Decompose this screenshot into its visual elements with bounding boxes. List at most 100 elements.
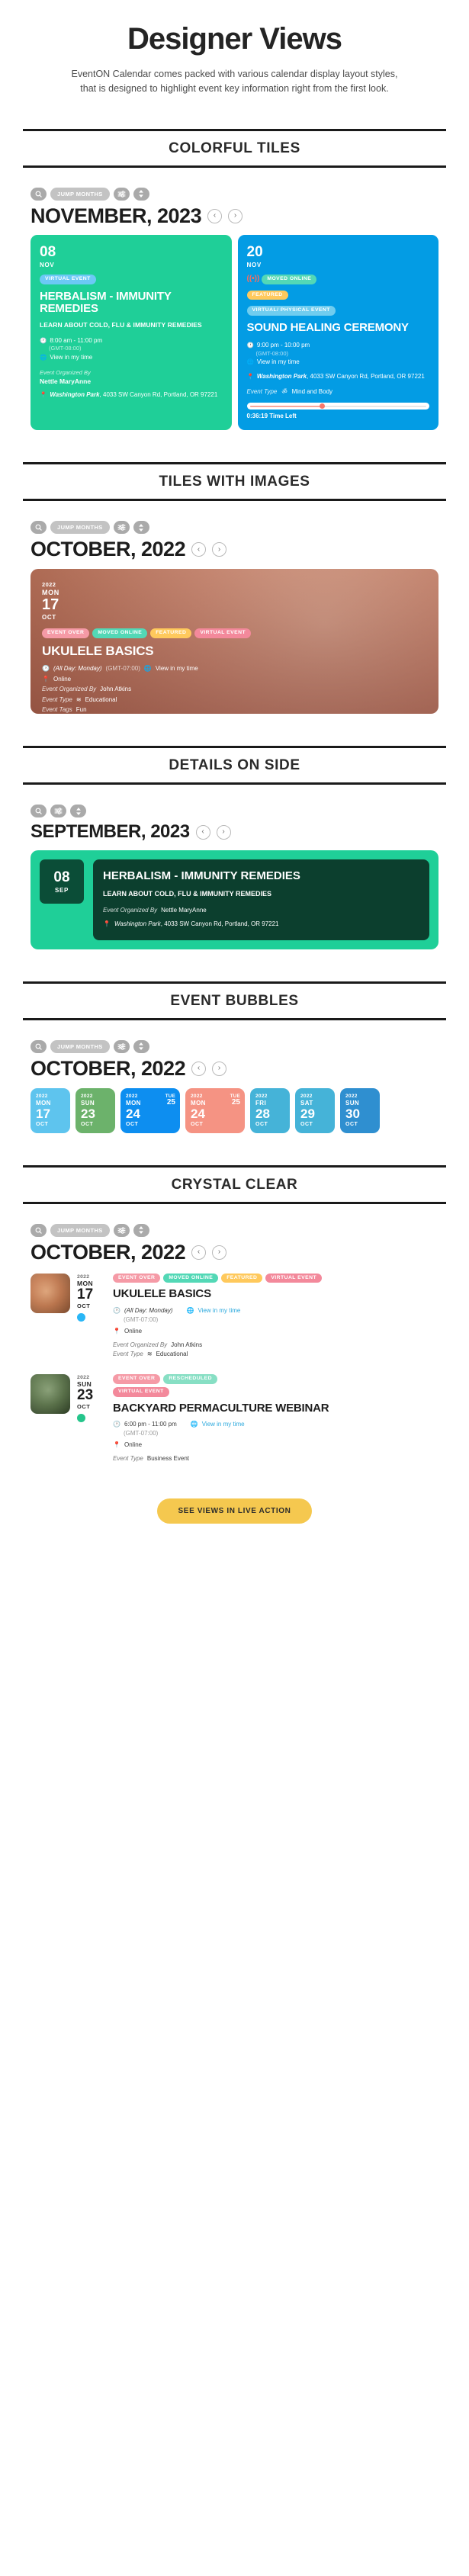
view-in-my-time-link[interactable]: View in my time (202, 1420, 245, 1429)
search-icon[interactable] (31, 1223, 47, 1237)
view-in-my-time-link[interactable]: View in my time (156, 663, 198, 674)
clock-icon: 🕐 (113, 1306, 120, 1314)
prev-month-button[interactable]: ‹ (191, 1245, 207, 1260)
event-badges: EVENT OVER MOVED ONLINE FEATURED VIRTUAL… (42, 628, 263, 639)
search-icon[interactable] (31, 187, 47, 201)
sliders-icon[interactable] (113, 187, 130, 201)
event-list-item[interactable]: 2022 MON 17 OCT EVENT OVER MOVED ONLINE … (31, 1273, 438, 1359)
event-bubble[interactable]: 2022 SUN 30 OCT (340, 1087, 380, 1133)
event-weekday: FRI (255, 1099, 267, 1107)
clock-icon: 🕐 (113, 1421, 120, 1428)
next-month-button[interactable]: › (212, 1061, 227, 1076)
status-badge: VIRTUAL EVENT (265, 1273, 323, 1283)
view-in-my-time-link[interactable]: View in my time (257, 358, 300, 367)
page-header: Designer Views EventON Calendar comes pa… (0, 0, 469, 97)
next-month-button[interactable]: › (228, 208, 243, 223)
event-bubble[interactable]: 2022 SUN 23 OCT (75, 1087, 115, 1133)
event-title[interactable]: HERBALISM - IMMUNITY REMEDIES (103, 869, 419, 882)
event-image-tile[interactable]: 2022 MON 17 OCT EVENT OVER MOVED ONLINE … (31, 569, 438, 715)
event-day: 28 (255, 1106, 270, 1121)
event-weekday: MON (36, 1099, 51, 1107)
status-badge: FEATURED (221, 1273, 263, 1283)
next-month-button[interactable]: › (216, 824, 231, 840)
next-month-button[interactable]: › (212, 542, 227, 557)
calendar-month-label: SEPTEMBER, 2023 (31, 821, 190, 843)
view-in-my-time-link[interactable]: View in my time (198, 1306, 241, 1315)
prev-month-button[interactable]: ‹ (195, 824, 210, 840)
event-list-item[interactable]: 2022 SUN 23 OCT EVENT OVER RESCHEDULED V… (31, 1373, 438, 1463)
jump-months-button[interactable]: JUMP MONTHS (50, 521, 110, 535)
event-tile[interactable]: 20 NOV ((•)) MOVED ONLINE FEATURED VIRTU… (237, 234, 438, 431)
see-views-live-button[interactable]: SEE VIEWS IN LIVE ACTION (156, 1498, 313, 1524)
search-icon[interactable] (31, 1039, 47, 1053)
globe-icon: 🌐 (190, 1421, 198, 1428)
event-meta: 🕐 (All Day: Monday) (GMT-07:00) 🌐 View i… (42, 663, 427, 714)
next-month-button[interactable]: › (212, 1245, 227, 1260)
sliders-icon[interactable] (50, 805, 66, 818)
event-type-value: Educational (85, 695, 117, 703)
prev-month-button[interactable]: ‹ (191, 542, 207, 557)
event-day: 17 (77, 1286, 94, 1302)
sliders-icon[interactable] (113, 1223, 130, 1237)
sort-updown-icon[interactable] (133, 521, 149, 535)
jump-months-button[interactable]: JUMP MONTHS (50, 187, 110, 201)
view-in-my-time-link[interactable]: View in my time (50, 353, 92, 362)
event-bubble[interactable]: 2022 SAT 29 OCT (295, 1087, 335, 1133)
event-title[interactable]: UKULELE BASICS (42, 644, 427, 659)
globe-icon: 🌐 (246, 358, 254, 366)
pin-icon: 📍 (40, 390, 47, 398)
event-title[interactable]: SOUND HEALING CEREMONY (247, 321, 430, 335)
status-badge: VIRTUAL EVENT (113, 1386, 169, 1397)
event-bubble[interactable]: 2022 MON 24 OCT TUE 25 (185, 1087, 245, 1133)
search-icon[interactable] (31, 805, 47, 818)
event-title[interactable]: UKULELE BASICS (113, 1288, 438, 1301)
event-title[interactable]: BACKYARD PERMACULTURE WEBINAR (113, 1402, 438, 1415)
location-address: , 4033 SW Canyon Rd, Portland, OR 97221 (160, 920, 279, 927)
organizer-label: Event Organized By (42, 686, 97, 693)
calendar-toolbar: JUMP MONTHS (31, 521, 438, 535)
progress-fill (249, 405, 325, 407)
event-bubble[interactable]: 2022 MON 17 OCT (31, 1087, 70, 1133)
event-title[interactable]: HERBALISM - IMMUNITY REMEDIES (40, 290, 223, 316)
event-day: 08 (40, 243, 56, 260)
sliders-icon[interactable] (113, 1039, 130, 1053)
sort-updown-icon[interactable] (133, 1223, 149, 1237)
event-bubble[interactable]: 2022 FRI 28 OCT (250, 1087, 290, 1133)
event-bubble-grid: 2022 MON 17 OCT 2022 SUN 23 OCT 2022 MON… (31, 1087, 438, 1133)
progress-knob[interactable] (320, 403, 326, 410)
sort-updown-icon[interactable] (70, 805, 86, 818)
event-month: NOV (40, 261, 55, 268)
event-badges: EVENT OVER MOVED ONLINE FEATURED VIRTUAL… (113, 1273, 438, 1283)
event-weekday: MON (42, 589, 59, 597)
search-icon[interactable] (31, 521, 47, 535)
event-month: OCT (255, 1121, 268, 1127)
event-bubble[interactable]: 2022 MON 24 OCT TUE 25 (120, 1087, 180, 1133)
event-end-day: 25 (231, 1097, 240, 1107)
event-month: SEP (54, 886, 69, 894)
event-weekday: SAT (300, 1099, 313, 1107)
sort-updown-icon[interactable] (133, 1039, 149, 1053)
event-side-card[interactable]: 08 SEP HERBALISM - IMMUNITY REMEDIES LEA… (31, 850, 438, 949)
jump-months-button[interactable]: JUMP MONTHS (50, 1223, 110, 1237)
jump-months-button[interactable]: JUMP MONTHS (50, 1039, 110, 1053)
prev-month-button[interactable]: ‹ (207, 208, 223, 223)
calendar-event-bubbles: JUMP MONTHS OCTOBER, 2022 ‹ › 2022 MON 1… (0, 1020, 469, 1133)
calendar-title-row: SEPTEMBER, 2023 ‹ › (31, 823, 438, 841)
calendar-title-row: OCTOBER, 2022 ‹ › (31, 539, 438, 560)
event-month: OCT (42, 614, 56, 622)
event-year: 2022 (255, 1093, 268, 1099)
event-year: 2022 (42, 581, 56, 589)
event-tile[interactable]: 08 NOV VIRTUAL EVENT HERBALISM - IMMUNIT… (31, 234, 232, 431)
sliders-icon[interactable] (113, 521, 130, 535)
event-type-label: Event Type (113, 1455, 143, 1463)
event-timezone: (GMT-07:00) (124, 1430, 159, 1437)
prev-month-button[interactable]: ‹ (191, 1061, 207, 1076)
calendar-month-label: OCTOBER, 2022 (31, 538, 186, 561)
event-tiles: 08 NOV VIRTUAL EVENT HERBALISM - IMMUNIT… (31, 234, 438, 431)
clock-icon: 🕐 (246, 341, 254, 348)
calendar-title-row: OCTOBER, 2022 ‹ › (31, 1241, 438, 1263)
event-time: (All Day: Monday) (53, 665, 102, 673)
event-description: LEARN ABOUT COLD, FLU & IMMUNITY REMEDIE… (40, 321, 202, 329)
status-badge: VIRTUAL EVENT (40, 274, 96, 284)
sort-updown-icon[interactable] (133, 187, 149, 201)
